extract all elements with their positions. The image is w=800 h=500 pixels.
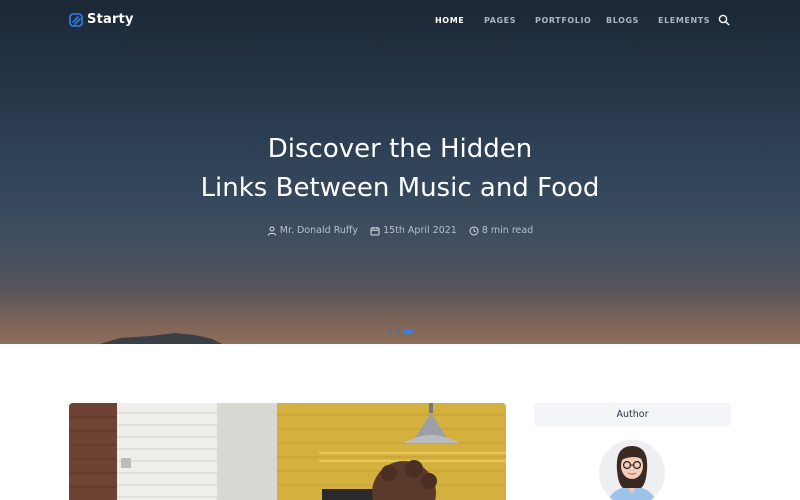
mountain-silhouette	[100, 333, 222, 344]
post-meta: Mr. Donald Ruffy 15th April 2021 8 min r…	[0, 225, 800, 236]
meta-read-time: 8 min read	[469, 225, 533, 236]
brand-logo[interactable]: Starty	[69, 12, 134, 27]
calendar-icon	[370, 226, 380, 235]
hero-title: Discover the Hidden Links Between Music …	[0, 130, 800, 208]
nav-item-home[interactable]: HOME	[435, 16, 464, 25]
post-date: 15th April 2021	[383, 225, 457, 236]
nav-item-pages[interactable]: PAGES	[484, 16, 516, 25]
slider-dot-1[interactable]	[387, 329, 392, 334]
author-name: Mr. Donald Ruffy	[279, 225, 359, 236]
slider-dot-3[interactable]	[403, 329, 413, 334]
article-featured-image[interactable]	[69, 403, 506, 500]
brand-name: Starty	[87, 12, 134, 27]
nav-item-portfolio[interactable]: PORTFOLIO	[535, 16, 591, 25]
logo-icon	[69, 12, 83, 27]
featured-photo	[69, 403, 506, 500]
read-time: 8 min read	[481, 225, 534, 236]
hero-title-line-2: Links Between Music and Food	[200, 173, 600, 203]
nav-item-elements[interactable]: ELEMENTS	[658, 16, 710, 25]
slider-dots	[387, 329, 413, 334]
slider-dot-2[interactable]	[395, 329, 400, 334]
author-avatar[interactable]	[599, 440, 665, 500]
meta-date: 15th April 2021	[370, 225, 457, 236]
author-photo	[599, 440, 665, 500]
meta-author[interactable]: Mr. Donald Ruffy	[267, 225, 358, 236]
clock-icon	[469, 226, 479, 235]
hero-title-line-1: Discover the Hidden	[267, 134, 533, 164]
search-icon[interactable]	[718, 14, 730, 26]
nav-item-blogs[interactable]: BLOGS	[606, 16, 639, 25]
top-navigation: Starty HOME PAGES PORTFOLIO BLOGS ELEMEN…	[0, 0, 800, 42]
sidebar-author-heading: Author	[534, 403, 731, 426]
user-icon	[267, 226, 277, 236]
